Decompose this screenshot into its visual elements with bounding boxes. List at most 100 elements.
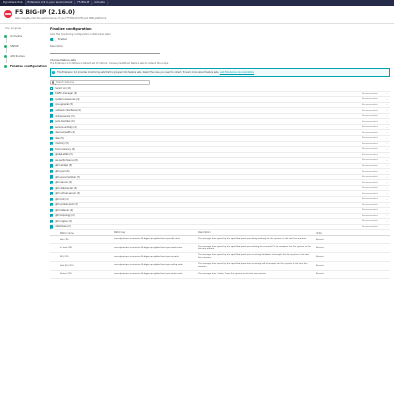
feature-set-name: gtm-region (2) bbox=[55, 219, 72, 223]
step-attributes[interactable]: Attributes bbox=[0, 53, 48, 64]
feature-set-name: disk (5) bbox=[55, 136, 64, 140]
metric-description: The average time spent by the specified … bbox=[198, 238, 307, 241]
enabled-toggle-row: Enabled bbox=[50, 38, 390, 42]
select-all-checkbox[interactable] bbox=[50, 87, 54, 91]
metric-description: The average time spent by the specified … bbox=[198, 263, 308, 268]
f5-logo-icon bbox=[4, 9, 12, 18]
metric-key: com.dynatrace.extension.f5-bigip.cpu.glo… bbox=[114, 264, 183, 267]
chevron-down-icon[interactable]: ⌄ bbox=[384, 148, 390, 151]
feature-set-name: network-interfaces (9) bbox=[55, 109, 81, 112]
feature-set-checkbox[interactable] bbox=[50, 225, 54, 229]
chevron-down-icon[interactable]: ⌄ bbox=[384, 181, 390, 184]
recommended-badge: Recommended bbox=[362, 103, 378, 106]
col-metric-name: Metric name bbox=[60, 231, 74, 235]
feature-set-name: gtm-wideip (5) bbox=[55, 164, 73, 168]
chevron-down-icon[interactable]: ⌄ bbox=[384, 198, 390, 201]
feature-set-checkbox[interactable] bbox=[50, 158, 54, 163]
metric-unit: Percent bbox=[316, 247, 324, 250]
label-hint: Give this monitoring configuration a dis… bbox=[50, 32, 111, 36]
recommended-badge: Recommended bbox=[362, 115, 378, 118]
docs-link[interactable]: visit Extensions documentation bbox=[220, 71, 254, 74]
feature-set-checkbox[interactable] bbox=[50, 92, 54, 96]
metric-description: The average time 'stolen' from the syste… bbox=[198, 273, 267, 276]
feature-sets-hint: The Extension 2.0 defines a default set … bbox=[50, 61, 169, 65]
metric-key: com.dynatrace.extension.f5-bigip.cpu.glo… bbox=[114, 273, 183, 276]
feature-set-checkbox[interactable] bbox=[50, 164, 54, 168]
feature-search-input[interactable] bbox=[56, 81, 148, 85]
feature-set-name: interfaces (2) bbox=[55, 225, 71, 229]
chevron-down-icon[interactable]: ⌄ bbox=[384, 142, 390, 145]
metric-name: Stolen CPU bbox=[60, 273, 72, 276]
feature-set-checkbox[interactable] bbox=[50, 192, 54, 196]
feature-set-checkbox[interactable] bbox=[50, 208, 54, 212]
recommended-badge: Recommended bbox=[362, 159, 378, 162]
feature-set-checkbox[interactable] bbox=[50, 197, 54, 201]
feature-set-checkbox[interactable] bbox=[50, 169, 54, 174]
chevron-down-icon[interactable]: ⌄ bbox=[384, 192, 390, 195]
chevron-down-icon[interactable]: ⌄ bbox=[384, 103, 390, 106]
feature-set-checkbox[interactable] bbox=[50, 108, 54, 113]
feature-set-name: virtual-server (5) bbox=[55, 114, 75, 118]
feature-set-checkbox[interactable] bbox=[50, 103, 54, 107]
chevron-down-icon[interactable]: ⌄ bbox=[384, 214, 390, 217]
feature-search[interactable] bbox=[50, 79, 150, 85]
chevron-down-icon[interactable]: ⌄ bbox=[384, 220, 390, 223]
metrics-table-row: IO wait CPU com.dynatrace.extension.f5-bi… bbox=[50, 244, 390, 254]
feature-set-checkbox[interactable] bbox=[50, 181, 54, 185]
feature-set-checkbox[interactable] bbox=[50, 219, 54, 224]
chevron-down-icon[interactable]: ⌄ bbox=[384, 109, 390, 112]
chevron-down-icon[interactable]: ⌄ bbox=[384, 126, 390, 129]
feature-set-checkbox[interactable] bbox=[50, 175, 54, 179]
feature-set-name: gtm-virtual-server (3) bbox=[55, 192, 80, 196]
feature-set-name: global-stats (3) bbox=[55, 153, 73, 157]
enabled-toggle[interactable] bbox=[50, 38, 56, 42]
feature-set-checkbox[interactable] bbox=[50, 142, 54, 146]
recommended-badge: Recommended bbox=[362, 142, 378, 145]
recommended-badge: Recommended bbox=[362, 192, 378, 195]
recommended-badge: Recommended bbox=[362, 220, 378, 223]
feature-set-checkbox[interactable] bbox=[50, 147, 54, 151]
feature-set-checkbox[interactable] bbox=[50, 114, 54, 118]
feature-set-row[interactable]: interfaces (2) Recommended ⌄ bbox=[50, 225, 390, 231]
description-input[interactable] bbox=[50, 48, 160, 54]
feature-set-checkbox[interactable] bbox=[50, 214, 54, 218]
feature-set-name: tmm-memory (5) bbox=[55, 147, 75, 151]
metric-description: The average time spent by the specified … bbox=[198, 245, 311, 251]
chevron-down-icon[interactable]: ⌄ bbox=[384, 120, 390, 123]
chevron-down-icon[interactable]: ⌄ bbox=[384, 153, 390, 156]
feature-set-checkbox[interactable] bbox=[50, 120, 54, 124]
recommended-badge: Recommended bbox=[362, 170, 378, 173]
feature-set-name: pool-member (6) bbox=[55, 120, 75, 124]
chevron-down-icon[interactable]: ⌄ bbox=[384, 164, 390, 167]
feature-set-checkbox[interactable] bbox=[50, 203, 54, 207]
feature-set-checkbox[interactable] bbox=[50, 153, 54, 157]
chevron-down-icon[interactable]: ⌄ bbox=[384, 131, 390, 134]
metric-key: com.dynatrace.extension.f5-bigip.cpu.glo… bbox=[114, 247, 183, 249]
feature-set-name: memory (5) bbox=[55, 142, 69, 146]
step-current-icon bbox=[4, 64, 8, 69]
step-label: Finalize configuration bbox=[10, 64, 47, 68]
chevron-down-icon[interactable]: ⌄ bbox=[384, 203, 390, 206]
chevron-down-icon[interactable]: ⌄ bbox=[384, 170, 390, 173]
chevron-down-icon[interactable]: ⌄ bbox=[384, 98, 390, 101]
feature-set-name: gtm-server (4) bbox=[55, 181, 72, 185]
chevron-down-icon[interactable]: ⌄ bbox=[384, 137, 390, 140]
chevron-down-icon[interactable]: ⌄ bbox=[384, 159, 390, 162]
feature-set-name: gtm-prober-pool (3) bbox=[55, 203, 78, 207]
feature-set-checkbox[interactable] bbox=[50, 131, 54, 135]
metrics-table-row: Stolen CPU com.dynatrace.extension.f5-big… bbox=[50, 271, 390, 280]
step-finalize-configuration[interactable]: Finalize configuration bbox=[0, 63, 48, 73]
chevron-down-icon[interactable]: ⌄ bbox=[384, 176, 390, 179]
chevron-down-icon[interactable]: ⌄ bbox=[384, 225, 390, 228]
chevron-down-icon[interactable]: ⌄ bbox=[384, 187, 390, 190]
chevron-down-icon[interactable]: ⌄ bbox=[384, 209, 390, 212]
metric-name: Idle CPU bbox=[60, 238, 69, 241]
step-activate[interactable]: Activate bbox=[0, 33, 48, 44]
feature-set-checkbox[interactable] bbox=[50, 136, 54, 140]
feature-set-checkbox[interactable] bbox=[50, 186, 54, 190]
step-snmp[interactable]: SNMP bbox=[0, 43, 48, 54]
feature-set-checkbox[interactable] bbox=[50, 125, 54, 129]
chevron-down-icon[interactable]: ⌄ bbox=[384, 115, 390, 118]
chevron-down-icon[interactable]: ⌄ bbox=[384, 92, 390, 95]
feature-set-checkbox[interactable] bbox=[50, 97, 54, 101]
